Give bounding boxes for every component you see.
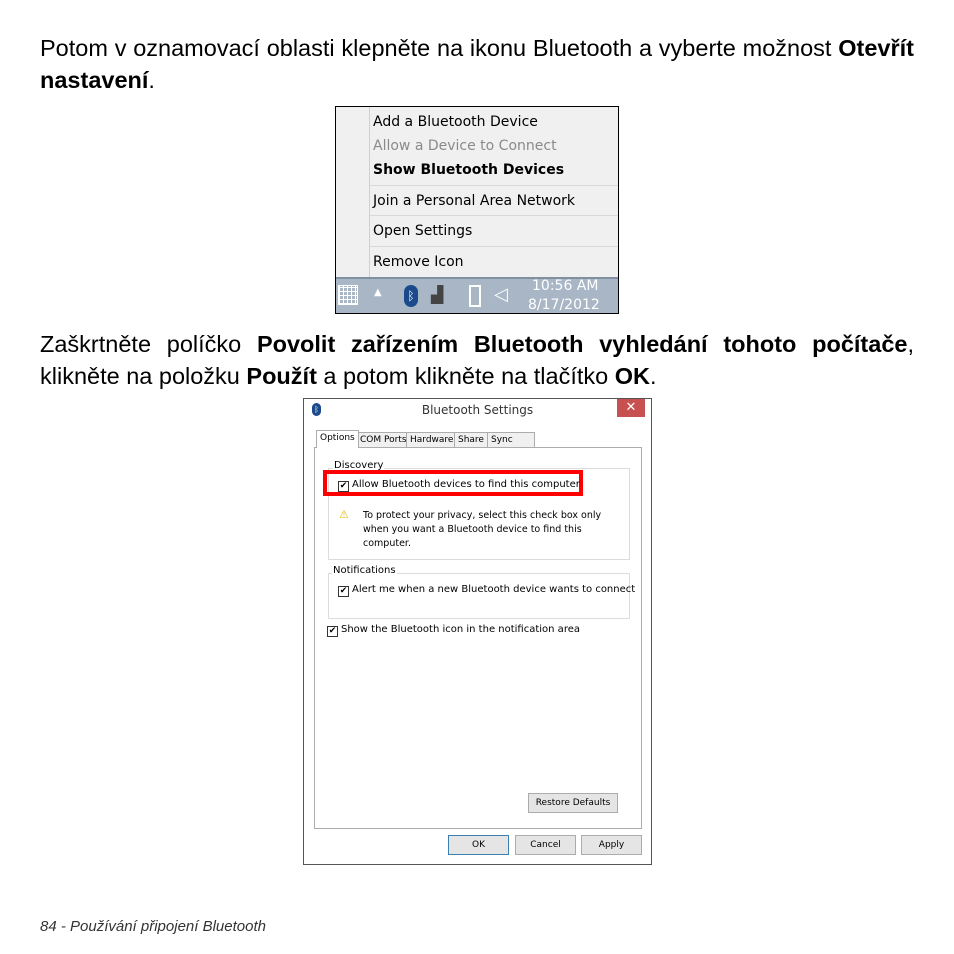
tab-share[interactable]: Share xyxy=(454,432,488,448)
clock-date[interactable]: 8/17/2012 xyxy=(528,297,600,313)
menu-separator xyxy=(370,246,618,247)
text: a potom klikněte na tlačítko xyxy=(316,363,615,389)
keyboard-icon[interactable] xyxy=(338,285,358,305)
allow-discovery-checkbox[interactable]: ✔ xyxy=(338,481,349,492)
menu-item-open-settings[interactable]: Open Settings xyxy=(373,223,472,239)
privacy-warning: To protect your privacy, select this che… xyxy=(363,510,602,549)
cancel-button[interactable]: Cancel xyxy=(515,835,576,855)
text: Potom v oznamovací oblasti klepněte na i… xyxy=(40,35,839,61)
menu-item-show-devices[interactable]: Show Bluetooth Devices xyxy=(373,162,564,178)
text: Zaškrtněte políčko xyxy=(40,331,257,357)
text: . xyxy=(148,67,155,93)
restore-defaults-button[interactable]: Restore Defaults xyxy=(528,793,618,813)
show-hidden-icons-icon[interactable]: ▲ xyxy=(374,287,382,298)
tab-sync[interactable]: Sync xyxy=(487,432,535,448)
show-icon-checkbox[interactable]: ✔ xyxy=(327,626,338,637)
bluetooth-context-menu-screenshot: Add a Bluetooth Device Allow a Device to… xyxy=(335,106,619,314)
notifications-label: Notifications xyxy=(332,565,397,576)
ok-button[interactable]: OK xyxy=(448,835,509,855)
menu-item-join-pan[interactable]: Join a Personal Area Network xyxy=(373,193,575,209)
allow-discovery-label[interactable]: Allow Bluetooth devices to find this com… xyxy=(352,479,580,490)
bold-text: OK xyxy=(614,363,650,389)
tab-hardware[interactable]: Hardware xyxy=(406,432,458,448)
alert-label[interactable]: Alert me when a new Bluetooth device wan… xyxy=(352,584,635,595)
text: . xyxy=(649,363,657,389)
menu-separator xyxy=(370,215,618,216)
bold-text: Použít xyxy=(246,363,317,389)
bluetooth-settings-dialog-screenshot: ᛒ Bluetooth Settings ✕ Options COM Ports… xyxy=(303,398,652,865)
apply-button[interactable]: Apply xyxy=(581,835,642,855)
battery-icon[interactable] xyxy=(469,285,481,307)
paragraph-1: Potom v oznamovací oblasti klepněte na i… xyxy=(40,32,914,96)
alert-checkbox[interactable]: ✔ xyxy=(338,586,349,597)
taskbar: ▲ ᛒ ▟ ◁ 10:56 AM 8/17/2012 xyxy=(336,277,618,313)
tab-options[interactable]: Options xyxy=(316,430,359,448)
show-icon-label[interactable]: Show the Bluetooth icon in the notificat… xyxy=(341,624,580,635)
menu-gutter xyxy=(369,107,370,277)
bluetooth-icon[interactable]: ᛒ xyxy=(404,285,418,307)
bold-text: Povolit zařízením Bluetooth vyhledání to… xyxy=(256,331,908,357)
warning-icon: ⚠ xyxy=(339,508,349,521)
menu-item-remove-icon[interactable]: Remove Icon xyxy=(373,254,464,270)
notifications-group xyxy=(328,573,630,619)
tab-com-ports[interactable]: COM Ports xyxy=(356,432,411,448)
network-signal-icon[interactable]: ▟ xyxy=(431,285,443,304)
close-button[interactable]: ✕ xyxy=(617,399,645,417)
paragraph-2: Zaškrtněte políčko Povolit zařízením Blu… xyxy=(40,328,914,392)
menu-item-allow-device: Allow a Device to Connect xyxy=(373,138,557,154)
menu-separator xyxy=(370,185,618,186)
options-panel: Discovery ✔ Allow Bluetooth devices to f… xyxy=(314,447,642,829)
volume-icon[interactable]: ◁ xyxy=(494,284,508,305)
clock-time[interactable]: 10:56 AM xyxy=(532,278,598,294)
page: Potom v oznamovací oblasti klepněte na i… xyxy=(0,0,954,954)
menu-item-add-device[interactable]: Add a Bluetooth Device xyxy=(373,114,538,130)
dialog-title: Bluetooth Settings xyxy=(421,403,534,417)
page-footer: 84 - Používání připojení Bluetooth xyxy=(40,918,266,935)
